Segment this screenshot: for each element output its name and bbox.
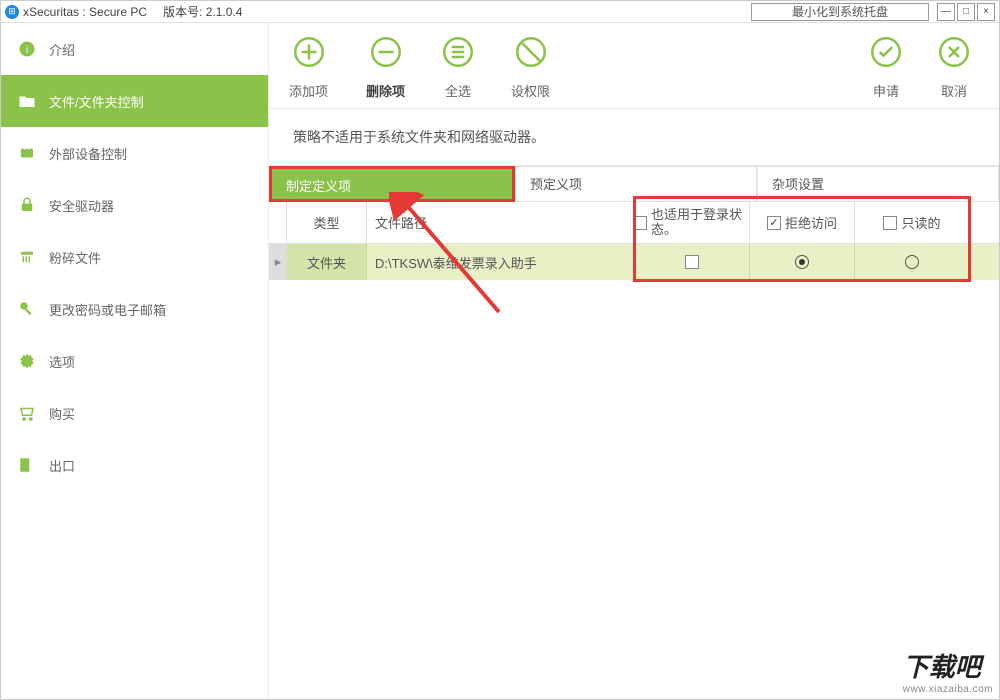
delete-item-button[interactable]: 删除项 [366, 37, 405, 100]
key-icon [17, 299, 37, 319]
toolbar-label: 取消 [941, 81, 967, 100]
maximize-button[interactable]: □ [957, 3, 975, 21]
check-icon [871, 37, 901, 67]
minus-icon [371, 37, 401, 67]
col-header-path[interactable]: 文件路径 [367, 202, 635, 243]
header-login-checkbox[interactable] [635, 216, 647, 230]
toolbar-label: 全选 [445, 81, 471, 100]
sidebar-item-options[interactable]: 选项 [1, 335, 268, 387]
toolbar-label: 申请 [873, 81, 899, 100]
sidebar-item-label: 粉碎文件 [49, 248, 101, 267]
col-header-type[interactable]: 类型 [287, 202, 367, 243]
sidebar-item-label: 介绍 [49, 40, 75, 59]
rules-table: 类型 文件路径 也适用于登录状态。 ✓ 拒绝访问 只读的 [269, 202, 999, 699]
exit-icon [17, 455, 37, 475]
minimize-to-tray-button[interactable]: 最小化到系统托盘 [751, 3, 929, 21]
deny-radio[interactable] [795, 255, 809, 269]
app-logo-icon: ⊞ [5, 5, 19, 19]
sidebar-item-external-device[interactable]: 外部设备控制 [1, 127, 268, 179]
sidebar-item-label: 选项 [49, 352, 75, 371]
plus-icon [294, 37, 324, 67]
minimize-button[interactable]: — [937, 3, 955, 21]
gear-icon [17, 351, 37, 371]
forbid-icon [516, 37, 546, 67]
sidebar-item-file-folder-control[interactable]: 文件/文件夹控制 [1, 75, 268, 127]
row-marker-header [269, 202, 287, 243]
add-item-button[interactable]: 添加项 [289, 37, 328, 100]
cell-path: D:\TKSW\泰维发票录入助手 [367, 244, 635, 280]
tab-custom[interactable]: 制定定义项 [269, 166, 515, 202]
svg-text:i: i [26, 44, 28, 56]
cancel-button[interactable]: 取消 [939, 37, 969, 100]
main-panel: 添加项 删除项 全选 设权限 申请 [269, 23, 999, 699]
col-header-deny[interactable]: ✓ 拒绝访问 [750, 202, 855, 243]
close-button[interactable]: × [977, 3, 995, 21]
titlebar: ⊞ xSecuritas : Secure PC 版本号: 2.1.0.4 最小… [1, 1, 999, 23]
cart-icon [17, 403, 37, 423]
readonly-radio[interactable] [905, 255, 919, 269]
cell-type: 文件夹 [287, 244, 367, 280]
header-readonly-checkbox[interactable] [883, 216, 897, 230]
sidebar: i 介绍 文件/文件夹控制 外部设备控制 安全驱动器 粉碎文件 更改密码或 [1, 23, 269, 699]
tab-misc[interactable]: 杂项设置 [757, 166, 999, 202]
close-icon [939, 37, 969, 67]
col-header-label: 拒绝访问 [785, 213, 837, 232]
window-title: xSecuritas : Secure PC [23, 5, 147, 19]
table-row[interactable]: ▸ 文件夹 D:\TKSW\泰维发票录入助手 [269, 244, 999, 280]
sidebar-item-change-password[interactable]: 更改密码或电子邮箱 [1, 283, 268, 335]
select-all-button[interactable]: 全选 [443, 37, 473, 100]
info-icon: i [17, 39, 37, 59]
sidebar-item-label: 出口 [49, 456, 75, 475]
cell-readonly[interactable] [855, 244, 970, 280]
cell-login[interactable] [635, 244, 750, 280]
header-deny-checkbox[interactable]: ✓ [767, 216, 781, 230]
watermark-url: www.xiazaiba.com [903, 684, 993, 695]
shred-icon [17, 247, 37, 267]
sidebar-item-buy[interactable]: 购买 [1, 387, 268, 439]
toolbar: 添加项 删除项 全选 设权限 申请 [269, 23, 999, 109]
sidebar-item-label: 外部设备控制 [49, 144, 127, 163]
sidebar-item-secure-drive[interactable]: 安全驱动器 [1, 179, 268, 231]
sidebar-item-shred[interactable]: 粉碎文件 [1, 231, 268, 283]
sidebar-item-label: 购买 [49, 404, 75, 423]
lock-icon [17, 195, 37, 215]
sidebar-item-label: 更改密码或电子邮箱 [49, 300, 166, 319]
tabs: 制定定义项 预定义项 杂项设置 [269, 166, 999, 202]
col-header-label: 也适用于登录状态。 [651, 208, 749, 237]
col-header-label: 只读的 [901, 213, 940, 232]
col-header-readonly[interactable]: 只读的 [855, 202, 970, 243]
watermark: 下载吧 www.xiazaiba.com [903, 647, 993, 695]
set-permission-button[interactable]: 设权限 [511, 37, 550, 100]
toolbar-label: 添加项 [289, 81, 328, 100]
sidebar-item-label: 安全驱动器 [49, 196, 114, 215]
login-checkbox[interactable] [685, 255, 699, 269]
watermark-text: 下载吧 [903, 652, 981, 682]
col-header-login[interactable]: 也适用于登录状态。 [635, 202, 750, 243]
list-icon [443, 37, 473, 67]
table-header-row: 类型 文件路径 也适用于登录状态。 ✓ 拒绝访问 只读的 [269, 202, 999, 244]
sidebar-item-label: 文件/文件夹控制 [49, 92, 144, 111]
toolbar-label: 删除项 [366, 81, 405, 100]
sidebar-item-exit[interactable]: 出口 [1, 439, 268, 491]
sidebar-item-intro[interactable]: i 介绍 [1, 23, 268, 75]
usb-icon [17, 143, 37, 163]
folder-icon [17, 91, 37, 111]
cell-deny[interactable] [750, 244, 855, 280]
apply-button[interactable]: 申请 [871, 37, 901, 100]
toolbar-label: 设权限 [511, 81, 550, 100]
version-label: 版本号: 2.1.0.4 [163, 3, 242, 20]
tab-preset[interactable]: 预定义项 [515, 166, 757, 202]
policy-note: 策略不适用于系统文件夹和网络驱动器。 [269, 109, 999, 166]
row-indicator-icon: ▸ [269, 244, 287, 280]
